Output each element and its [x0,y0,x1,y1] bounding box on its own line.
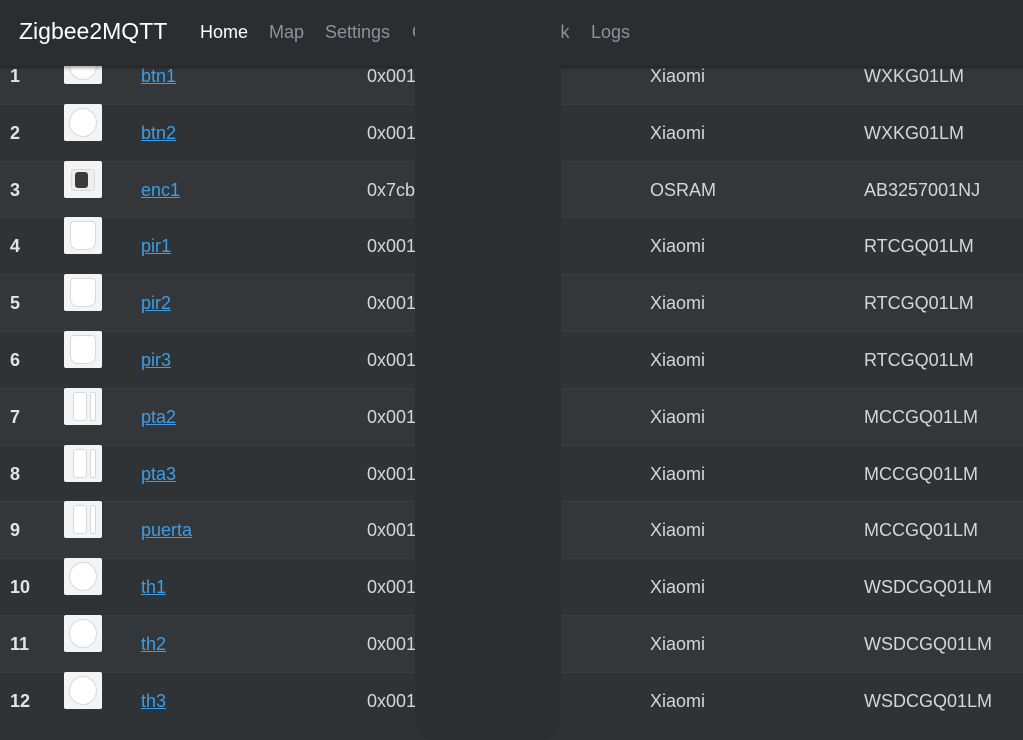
device-image [64,387,102,425]
door-sensor-icon [73,505,87,535]
temp-sensor-icon [69,562,97,592]
row-number: 12 [10,690,31,711]
round-button-icon [69,107,97,137]
device-image [64,103,102,141]
nav-map[interactable]: Map [269,22,304,43]
brand-logo-text[interactable]: Zigbee2MQTT [19,18,167,45]
door-sensor-icon [73,448,87,478]
device-image [64,66,102,84]
door-sensor-icon [90,391,96,421]
round-button-icon [69,66,97,80]
motion-sensor-icon [70,278,96,308]
device-image [64,274,102,312]
door-sensor-icon [90,448,96,478]
overlay-panel [415,0,561,740]
device-image [64,558,102,596]
nav-logs[interactable]: Logs [591,22,630,43]
device-image [64,615,102,652]
device-image [64,331,102,368]
nav-settings[interactable]: Settings [325,22,390,43]
device-name-link[interactable]: th3 [141,687,166,732]
motion-sensor-icon [70,221,96,251]
plug-icon [75,171,88,188]
device-image [64,444,102,482]
device-vendor: Xiaomi [650,690,706,711]
motion-sensor-icon [70,335,96,364]
temp-sensor-icon [69,619,97,648]
device-image [64,501,102,539]
nav-home[interactable]: Home [200,22,248,43]
door-sensor-icon [90,505,96,535]
device-image [64,671,102,709]
device-image [64,217,102,255]
door-sensor-icon [73,391,87,421]
device-model: WSDCGQ01LM [864,690,993,711]
device-image [64,160,102,198]
device-address: 0x001 [367,690,417,711]
temp-sensor-icon [69,675,97,705]
